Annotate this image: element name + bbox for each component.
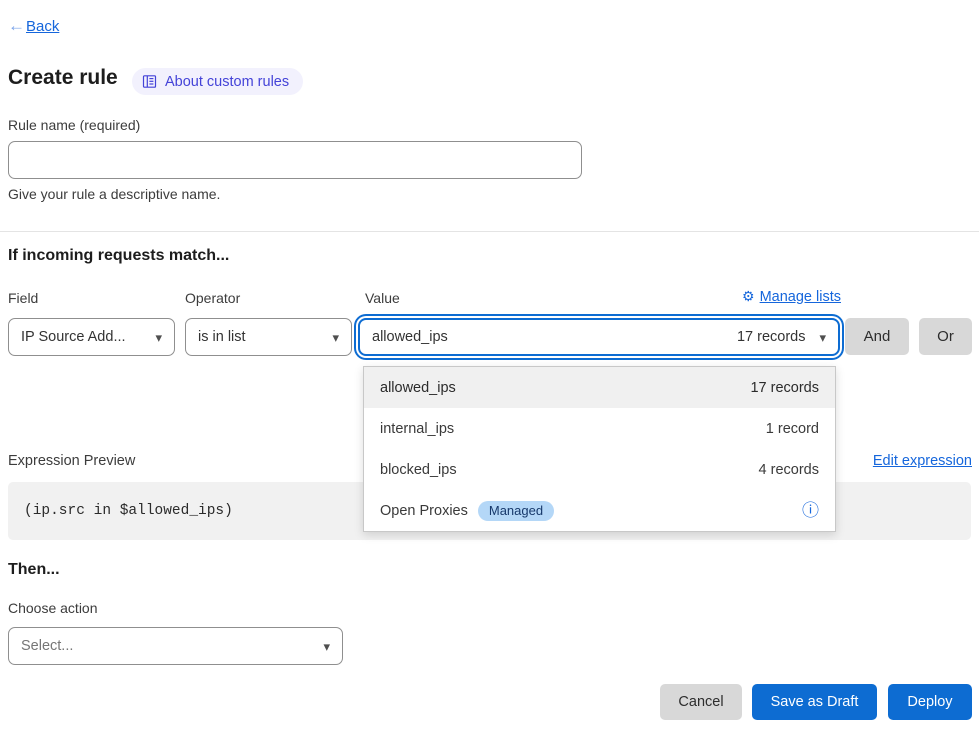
then-section-heading: Then... <box>8 561 60 579</box>
operator-label: Operator <box>185 290 240 306</box>
list-dropdown-panel: allowed_ips 17 records internal_ips 1 re… <box>363 366 836 532</box>
about-custom-rules-link[interactable]: About custom rules <box>132 68 303 95</box>
about-custom-rules-label: About custom rules <box>165 74 289 90</box>
page-title: Create rule <box>8 66 118 90</box>
section-divider <box>0 231 979 232</box>
expression-preview-label: Expression Preview <box>8 453 135 469</box>
chevron-down-icon: ▾ <box>332 331 339 344</box>
list-item-count: 1 record <box>766 421 819 437</box>
list-item-blocked-ips[interactable]: blocked_ips 4 records <box>364 449 835 490</box>
and-button[interactable]: And <box>845 318 909 355</box>
or-button[interactable]: Or <box>919 318 972 355</box>
field-label: Field <box>8 290 38 306</box>
back-link[interactable]: ← Back <box>8 16 59 36</box>
operator-select-value: is in list <box>198 329 246 345</box>
list-item-internal-ips[interactable]: internal_ips 1 record <box>364 408 835 449</box>
create-rule-page: ← Back Create rule About custom rules Ru… <box>0 0 979 739</box>
list-item-count: 17 records <box>750 380 819 396</box>
list-item-name: internal_ips <box>380 421 454 437</box>
match-section-heading: If incoming requests match... <box>8 247 229 265</box>
manage-lists-link[interactable]: ⚙ Manage lists <box>742 288 841 305</box>
value-combobox-count: 17 records <box>737 329 806 345</box>
back-arrow-icon: ← <box>8 16 25 36</box>
rule-name-input[interactable] <box>8 141 582 179</box>
rule-name-helper: Give your rule a descriptive name. <box>8 186 220 202</box>
gear-icon: ⚙ <box>742 288 755 305</box>
managed-badge: Managed <box>478 501 554 521</box>
choose-action-label: Choose action <box>8 600 98 616</box>
list-item-allowed-ips[interactable]: allowed_ips 17 records <box>364 367 835 408</box>
field-select[interactable]: IP Source Add... ▾ <box>8 318 175 356</box>
manage-lists-label: Manage lists <box>760 289 841 305</box>
book-icon <box>142 74 157 89</box>
value-combobox-name: allowed_ips <box>372 329 448 345</box>
chevron-down-icon: ▾ <box>155 331 162 344</box>
save-as-draft-button[interactable]: Save as Draft <box>752 684 877 720</box>
action-select-placeholder: Select... <box>21 638 73 654</box>
info-icon[interactable]: ⓘ <box>802 502 819 519</box>
list-item-name: Open Proxies <box>380 503 468 519</box>
cancel-button[interactable]: Cancel <box>660 684 742 720</box>
expression-code: (ip.src in $allowed_ips) <box>24 503 233 519</box>
back-link-label: Back <box>26 18 59 35</box>
field-select-value: IP Source Add... <box>21 329 126 345</box>
list-item-open-proxies[interactable]: Open Proxies Managed ⓘ <box>364 490 835 531</box>
list-item-count: 4 records <box>759 462 819 478</box>
list-item-name: blocked_ips <box>380 462 457 478</box>
rule-name-label: Rule name (required) <box>8 117 140 133</box>
chevron-down-icon: ▾ <box>323 640 330 653</box>
edit-expression-link[interactable]: Edit expression <box>873 453 972 469</box>
list-item-name: allowed_ips <box>380 380 456 396</box>
value-label: Value <box>365 290 400 306</box>
chevron-down-icon: ▾ <box>819 331 826 344</box>
action-select[interactable]: Select... ▾ <box>8 627 343 665</box>
operator-select[interactable]: is in list ▾ <box>185 318 352 356</box>
deploy-button[interactable]: Deploy <box>888 684 972 720</box>
value-combobox[interactable]: allowed_ips 17 records ▾ <box>358 318 840 356</box>
